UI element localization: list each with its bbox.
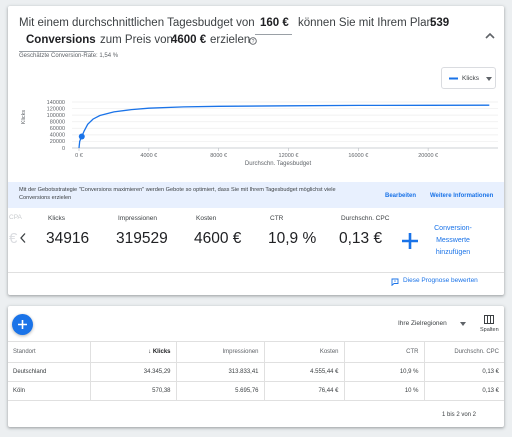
metric-label-clicks: Klicks bbox=[48, 215, 65, 222]
metric-value-ctr: 10,9 % bbox=[268, 230, 317, 247]
cell-impressions: 313.833,41 bbox=[175, 362, 265, 382]
faded-metric-value: € bbox=[9, 230, 18, 247]
cell-cost: 4.555,44 € bbox=[263, 362, 345, 382]
headline-prefix: Mit einem durchschnittlichen Tagesbudget… bbox=[19, 17, 255, 29]
y-tick-label: 140000 bbox=[47, 100, 65, 106]
metric-label-impressions: Impressionen bbox=[118, 215, 158, 222]
table-row: Köln 570,38 5.695,76 76,44 € 10 % 0,13 € bbox=[8, 381, 504, 401]
metric-value-cpc: 0,13 € bbox=[339, 230, 383, 247]
plan-summary-card: Mit einem durchschnittlichen Tagesbudget… bbox=[8, 6, 504, 295]
conversion-rate-text: Geschätzte Conversion-Rate: 1,54 % bbox=[19, 53, 119, 59]
cell-cost: 76,44 € bbox=[263, 381, 345, 401]
x-tick-label: 20000 € bbox=[418, 153, 438, 159]
y-tick-label: 0 bbox=[62, 146, 65, 152]
cost-value: 4600 € bbox=[171, 34, 207, 46]
region-selector[interactable]: Ihre Zielregionen bbox=[398, 320, 466, 327]
plus-icon bbox=[402, 233, 418, 249]
y-tick-label: 40000 bbox=[50, 133, 65, 139]
region-selector-value: Ihre Zielregionen bbox=[398, 320, 447, 327]
x-tick-label: 8000 € bbox=[210, 153, 227, 159]
location-table: Standort ↓ Klicks Impressionen Kosten CT… bbox=[8, 341, 504, 401]
table-header-row: Standort ↓ Klicks Impressionen Kosten CT… bbox=[8, 341, 504, 363]
pagination-text: 1 bis 2 von 2 bbox=[442, 412, 477, 418]
card-divider bbox=[8, 272, 504, 273]
cell-location: Deutschland bbox=[8, 362, 91, 382]
columns-icon bbox=[484, 315, 494, 324]
cell-clicks: 34.345,29 bbox=[89, 362, 177, 382]
cell-ctr: 10 % bbox=[343, 381, 425, 401]
add-fab-button[interactable] bbox=[12, 314, 33, 335]
cell-impressions: 5.695,76 bbox=[175, 381, 265, 401]
edit-link[interactable]: Bearbeiten bbox=[385, 193, 416, 199]
forecast-chart: 14000012000010000080000600004000020000 0 … bbox=[21, 100, 498, 167]
headline-price-prefix: zum Preis von bbox=[100, 34, 173, 46]
metric-label-cost: Kosten bbox=[196, 215, 217, 222]
metric-value-clicks: 34916 bbox=[46, 230, 90, 247]
columns-button[interactable]: Spalten bbox=[478, 314, 500, 336]
banner-text: Mit der Gebotsstrategie "Conversions max… bbox=[19, 187, 336, 201]
column-header-clicks-label: Klicks bbox=[152, 349, 171, 355]
location-table-card: Ihre Zielregionen Spalten Standort ↓ Kli… bbox=[8, 306, 504, 427]
column-header-ctr[interactable]: CTR bbox=[343, 341, 425, 363]
faded-metric-label: CPA bbox=[9, 214, 22, 221]
x-tick-label: 12000 € bbox=[279, 153, 299, 159]
cell-cpc: 0,13 € bbox=[423, 362, 504, 382]
x-axis-label: Durchschn. Tagesbudget bbox=[245, 161, 312, 167]
budget-value[interactable]: 160 € bbox=[260, 17, 289, 29]
column-header-location[interactable]: Standort bbox=[8, 341, 91, 363]
cell-cpc: 0,13 € bbox=[423, 381, 504, 401]
caret-down-icon bbox=[486, 77, 492, 81]
y-axis-label: Klicks bbox=[21, 110, 27, 125]
column-header-clicks[interactable]: ↓ Klicks bbox=[89, 341, 177, 363]
headline-suffix: erzielen bbox=[210, 34, 251, 46]
svg-text:?: ? bbox=[252, 39, 255, 45]
plus-icon bbox=[18, 320, 27, 329]
rate-forecast-label: Diese Prognose bewerten bbox=[403, 277, 478, 284]
feedback-icon bbox=[391, 278, 399, 286]
metric-selector-value: Klicks bbox=[462, 75, 479, 82]
metric-label-cpc: Durchschn. CPC bbox=[341, 215, 390, 222]
chart-x-ticks: 0 € 4000 € 8000 € 12000 € 16000 € 20000 € bbox=[75, 148, 438, 159]
columns-label: Spalten bbox=[480, 327, 499, 333]
add-conversion-metrics-label: Conversion-Messwerte hinzufügen bbox=[434, 225, 472, 256]
line-legend-icon bbox=[449, 77, 458, 80]
metric-value-cost: 4600 € bbox=[194, 230, 242, 247]
column-header-impressions[interactable]: Impressionen bbox=[175, 341, 265, 363]
column-header-cost[interactable]: Kosten bbox=[263, 341, 345, 363]
metric-label-ctr: CTR bbox=[270, 215, 284, 222]
conversions-underline bbox=[19, 51, 94, 52]
more-info-link[interactable]: Weitere Informationen bbox=[430, 193, 493, 199]
x-tick-label: 4000 € bbox=[140, 153, 157, 159]
caret-down-icon bbox=[460, 322, 466, 326]
add-conversion-metrics-button[interactable]: Conversion-Messwerte hinzufügen bbox=[398, 220, 498, 264]
x-tick-label: 0 € bbox=[75, 153, 83, 159]
column-header-cpc[interactable]: Durchschn. CPC bbox=[423, 341, 504, 363]
cell-clicks: 570,38 bbox=[89, 381, 177, 401]
cell-ctr: 10,9 % bbox=[343, 362, 425, 382]
chart-y-ticks: 140000120000100000800006000040000200000 bbox=[47, 100, 65, 152]
bid-strategy-banner: Mit der Gebotsstrategie "Conversions max… bbox=[8, 182, 504, 208]
chevron-up-icon[interactable] bbox=[484, 31, 496, 41]
y-tick-label: 120000 bbox=[47, 106, 65, 112]
y-tick-label: 20000 bbox=[50, 139, 65, 145]
y-tick-label: 100000 bbox=[47, 113, 65, 119]
metric-value-impressions: 319529 bbox=[116, 230, 168, 247]
table-row: Deutschland 34.345,29 313.833,41 4.555,4… bbox=[8, 362, 504, 382]
conversions-label[interactable]: Conversions bbox=[26, 34, 96, 46]
conversions-count: 539 bbox=[430, 17, 450, 29]
y-tick-label: 80000 bbox=[50, 120, 65, 126]
budget-underline bbox=[255, 34, 292, 35]
help-circle-icon[interactable]: ? bbox=[249, 37, 257, 45]
cell-location: Köln bbox=[8, 381, 91, 401]
current-budget-marker bbox=[78, 133, 85, 140]
y-tick-label: 60000 bbox=[50, 126, 65, 132]
headline-middle: können Sie mit Ihrem Plan bbox=[298, 17, 433, 29]
metric-selector[interactable]: Klicks bbox=[441, 67, 496, 89]
x-tick-label: 16000 € bbox=[348, 153, 368, 159]
chevron-left-icon[interactable] bbox=[19, 232, 27, 244]
